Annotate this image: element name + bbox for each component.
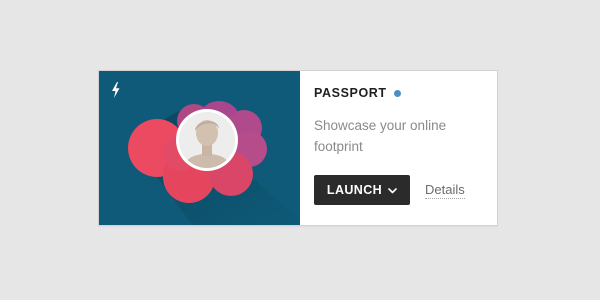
bubbles-illustration (128, 101, 300, 225)
card-content: PASSPORT Showcase your online footprint … (300, 71, 497, 225)
title-row: PASSPORT (314, 85, 497, 101)
launch-button-label: LAUNCH (326, 183, 383, 197)
passport-card: PASSPORT Showcase your online footprint … (98, 70, 498, 226)
card-description: Showcase your online footprint (314, 118, 447, 154)
card-illustration (99, 71, 300, 225)
card-title: PASSPORT (314, 86, 387, 100)
status-dot (393, 89, 401, 97)
chevron-down-icon (388, 187, 397, 193)
details-link[interactable]: Details (425, 182, 465, 199)
launch-button[interactable]: LAUNCH (314, 175, 410, 205)
card-actions: LAUNCH Details (314, 175, 465, 205)
lightning-bolt-icon (112, 82, 120, 98)
